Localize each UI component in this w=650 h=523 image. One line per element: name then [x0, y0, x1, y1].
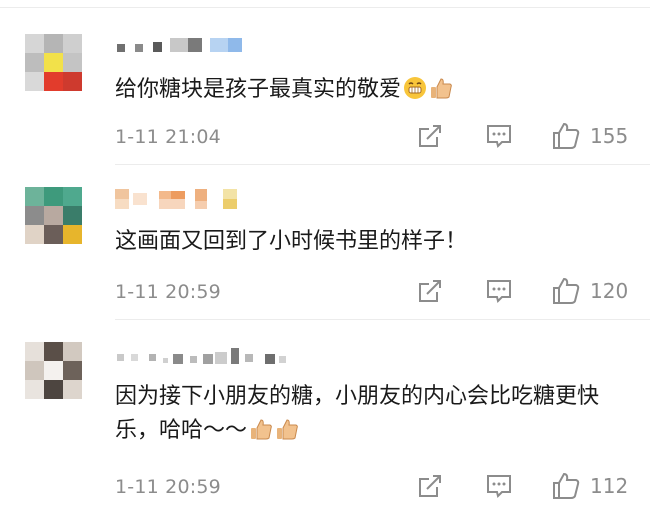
username-pixelated[interactable] — [115, 346, 290, 366]
like-button[interactable]: 155 — [552, 122, 628, 150]
thumbs-up-icon — [553, 122, 580, 149]
share-icon — [419, 125, 441, 147]
comment-button[interactable] — [486, 472, 512, 500]
thumbs-up-icon — [553, 472, 580, 499]
share-button[interactable] — [417, 277, 443, 305]
comment-time: 1-11 20:59 — [115, 476, 221, 498]
comment-meta: 1-11 20:59 112 — [115, 472, 636, 500]
comment-text: 这画面又回到了小时候书里的样子！ — [115, 229, 468, 254]
username-pixelated[interactable] — [115, 34, 245, 54]
like-count: 112 — [590, 474, 629, 498]
thumbs-up-emoji — [275, 417, 299, 452]
comment-item: 这画面又回到了小时候书里的样子！ 1-11 20:59 120 — [0, 165, 650, 320]
thumbs-up-emoji — [429, 76, 453, 111]
comment-button[interactable] — [486, 122, 512, 150]
username-pixelated[interactable] — [115, 187, 255, 213]
comment-icon — [487, 280, 511, 303]
thumbs-up-emoji — [249, 417, 273, 452]
comment-meta: 1-11 20:59 120 — [115, 277, 636, 305]
comment-text-wrap: 这画面又回到了小时候书里的样子！ — [115, 225, 635, 259]
comment-text: 因为接下小朋友的糖，小朋友的内心会比吃糖更快乐，哈哈～～ — [115, 384, 600, 443]
comment-item: 给你糖块是孩子最真实的敬爱 1-11 21:04 155 — [0, 8, 650, 165]
comment-text-wrap: 给你糖块是孩子最真实的敬爱 — [115, 73, 635, 111]
comment-text: 给你糖块是孩子最真实的敬爱 — [115, 77, 402, 102]
share-icon — [419, 280, 441, 302]
share-button[interactable] — [417, 122, 443, 150]
share-icon — [419, 475, 441, 497]
like-button[interactable]: 120 — [552, 277, 628, 305]
like-button[interactable]: 112 — [552, 472, 628, 500]
avatar[interactable] — [25, 187, 82, 244]
like-count: 155 — [590, 124, 629, 148]
grinning-face-emoji — [403, 76, 427, 111]
avatar[interactable] — [25, 34, 82, 91]
avatar[interactable] — [25, 342, 82, 399]
comment-time: 1-11 20:59 — [115, 281, 221, 303]
comment-icon — [487, 475, 511, 498]
comment-icon — [487, 125, 511, 148]
share-button[interactable] — [417, 472, 443, 500]
thumbs-up-icon — [553, 277, 580, 304]
comment-button[interactable] — [486, 277, 512, 305]
comment-time: 1-11 21:04 — [115, 126, 221, 148]
like-count: 120 — [590, 279, 629, 303]
comment-item: 因为接下小朋友的糖，小朋友的内心会比吃糖更快乐，哈哈～～ 1-11 20:59 … — [0, 320, 650, 523]
comment-text-wrap: 因为接下小朋友的糖，小朋友的内心会比吃糖更快乐，哈哈～～ — [115, 380, 630, 452]
comment-meta: 1-11 21:04 155 — [115, 122, 636, 150]
